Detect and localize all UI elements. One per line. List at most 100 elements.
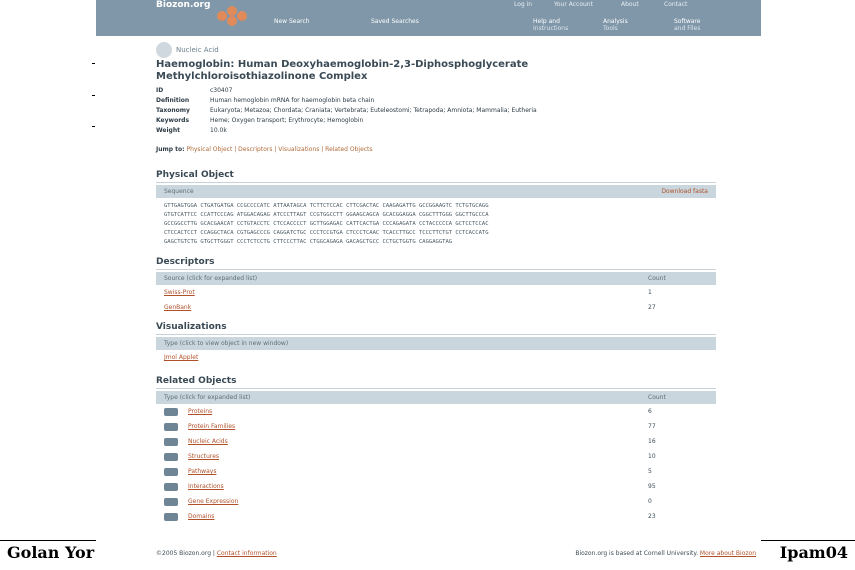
jump-nav: Jump to: Physical Object | Descriptors |… [156, 146, 373, 153]
jump-label: Jump to: [156, 146, 185, 153]
sequence-header: Sequence Download fasta [156, 185, 716, 198]
sequence-line: GTGTCATTCC CCATTCCCAG ATGGACAGAG ATCCCTT… [164, 212, 489, 218]
related-count: 6 [648, 408, 652, 415]
protein-family-icon [164, 422, 178, 431]
sequence-line: GAGCTGTCTG GTGCTTGGGT CCCTCTCCTG CTTCCCT… [164, 239, 453, 245]
analysis-link[interactable]: Analysis Tools [603, 18, 628, 32]
page-title-line1: Haemoglobin: Human Deoxyhaemoglobin-2,3-… [156, 59, 529, 70]
descriptors-header: Source (click for expanded list) Count [156, 272, 716, 285]
related-count-header: Count [648, 394, 666, 401]
meta-row: ID c30407 [156, 87, 746, 97]
meta-row: Taxonomy Eukaryota; Metazoa; Chordata; Cr… [156, 107, 746, 117]
saved-searches-button[interactable]: Saved Searches [371, 18, 419, 25]
nucleic-acid-icon [164, 437, 178, 446]
jump-related-objects[interactable]: Related Objects [325, 146, 372, 153]
related-link[interactable]: Proteins [188, 408, 648, 415]
jump-descriptors[interactable]: Descriptors [238, 146, 272, 153]
more-about-link[interactable]: More about Biozon [700, 550, 756, 557]
sequence-text: GTTGAGTGGA CTGATGATGA CCGCCCCATC ATTAATA… [156, 198, 716, 247]
visualizations-section: Visualizations Type (click to view objec… [156, 322, 716, 365]
related-link[interactable]: Gene Expression [188, 498, 648, 505]
related-objects-header: Type (click for expanded list) Count [156, 391, 716, 404]
physical-object-section: Physical Object Sequence Download fasta … [156, 170, 716, 247]
meta-value: Heme; Oxygen transport; Erythrocyte; Hem… [210, 117, 364, 124]
meta-row: Definition Human hemoglobin mRNA for haem… [156, 97, 746, 107]
software-line2: and Files [674, 25, 701, 32]
meta-key: Weight [156, 127, 180, 134]
descriptor-count: 1 [648, 289, 652, 296]
jump-physical-object[interactable]: Physical Object [186, 146, 232, 153]
object-type-label: Nucleic Acid [176, 46, 219, 54]
table-row: Proteins 6 [156, 404, 716, 419]
related-link[interactable]: Pathways [188, 468, 648, 475]
related-link[interactable]: Nucleic Acids [188, 438, 648, 445]
descriptor-link[interactable]: GenBank [164, 304, 648, 311]
related-objects-title: Related Objects [156, 376, 716, 389]
sequence-line: CTCCACTCCT CCAGGCTACA CGTGAGCCCG CAGGATC… [164, 230, 489, 236]
table-row: Pathways 5 [156, 464, 716, 479]
meta-value: 10.0k [210, 127, 227, 134]
descriptor-link[interactable]: Swiss-Prot [164, 289, 648, 296]
help-link[interactable]: Help and Instructions [533, 18, 568, 32]
related-link[interactable]: Interactions [188, 483, 648, 490]
sequence-header-label: Sequence [164, 188, 194, 195]
footer-left: ©2005 Biozon.org | Contact information [156, 550, 277, 557]
related-objects-section: Related Objects Type (click for expanded… [156, 376, 716, 524]
table-row: Protein Families 77 [156, 419, 716, 434]
login-link[interactable]: Log in [514, 1, 532, 8]
object-type: Nucleic Acid [156, 40, 756, 60]
visualizations-header-label: Type (click to view object in new window… [164, 340, 289, 347]
descriptors-count-header: Count [648, 275, 666, 282]
object-metadata: ID c30407 Definition Human hemoglobin mRNA… [156, 87, 746, 137]
page-title: Haemoglobin: Human Deoxyhaemoglobin-2,3-… [156, 59, 716, 83]
slide-footer-rule-right [761, 540, 855, 541]
sequence-line: GCCGGCCTTG GCACGAACAT CCTGTACCTC CTCCACC… [164, 221, 489, 227]
gene-expression-icon [164, 497, 178, 506]
saved-searches-label: Saved Searches [371, 18, 419, 25]
software-link[interactable]: Software and Files [674, 18, 700, 32]
page-footer: ©2005 Biozon.org | Contact information B… [156, 550, 756, 562]
structure-icon [164, 452, 178, 461]
contact-info-link[interactable]: Contact information [217, 550, 277, 557]
meta-key: Keywords [156, 117, 190, 124]
analysis-line1: Analysis [603, 18, 628, 25]
meta-value: Human hemoglobin mRNA for haemoglobin be… [210, 97, 375, 104]
table-row: Gene Expression 0 [156, 494, 716, 509]
analysis-line2: Tools [603, 25, 618, 32]
visualization-link[interactable]: Jmol Applet [164, 354, 708, 361]
protein-icon [164, 407, 178, 416]
new-search-button[interactable]: New Search [274, 18, 310, 25]
help-line2: Instructions [533, 25, 569, 32]
software-line1: Software [674, 18, 701, 25]
meta-row: Weight 10.0k [156, 127, 746, 137]
table-row: Swiss-Prot 1 [156, 285, 716, 300]
visualizations-title: Visualizations [156, 322, 716, 335]
related-link[interactable]: Structures [188, 453, 648, 460]
site-logo[interactable]: Biozon.org [156, 0, 210, 10]
copyright-text: ©2005 Biozon.org [156, 550, 212, 557]
jump-visualizations[interactable]: Visualizations [278, 146, 319, 153]
meta-key: Definition [156, 97, 190, 104]
descriptors-header-label: Source (click for expanded list) [164, 275, 258, 282]
descriptor-count: 27 [648, 304, 656, 311]
cornell-text: Biozon.org is based at Cornell Universit… [575, 550, 698, 557]
meta-row: Keywords Heme; Oxygen transport; Erythroc… [156, 117, 746, 127]
meta-key: ID [156, 87, 164, 94]
related-count: 77 [648, 423, 656, 430]
meta-value: Eukaryota; Metazoa; Chordata; Craniata; … [210, 107, 537, 114]
table-row: Domains 23 [156, 509, 716, 524]
nucleic-acid-type-icon [156, 42, 172, 58]
contact-link[interactable]: Contact [664, 1, 687, 8]
site-header: Biozon.org Log in Your Account About Con… [96, 0, 761, 36]
related-header-label: Type (click for expanded list) [164, 394, 251, 401]
related-link[interactable]: Protein Families [188, 423, 648, 430]
related-count: 23 [648, 513, 656, 520]
related-link[interactable]: Domains [188, 513, 648, 520]
account-link[interactable]: Your Account [554, 1, 593, 8]
download-fasta-link[interactable]: Download fasta [661, 188, 708, 195]
new-search-label: New Search [274, 18, 310, 25]
related-count: 95 [648, 483, 656, 490]
left-margin-tick [92, 95, 95, 96]
descriptors-title: Descriptors [156, 257, 716, 270]
about-link[interactable]: About [621, 1, 639, 8]
